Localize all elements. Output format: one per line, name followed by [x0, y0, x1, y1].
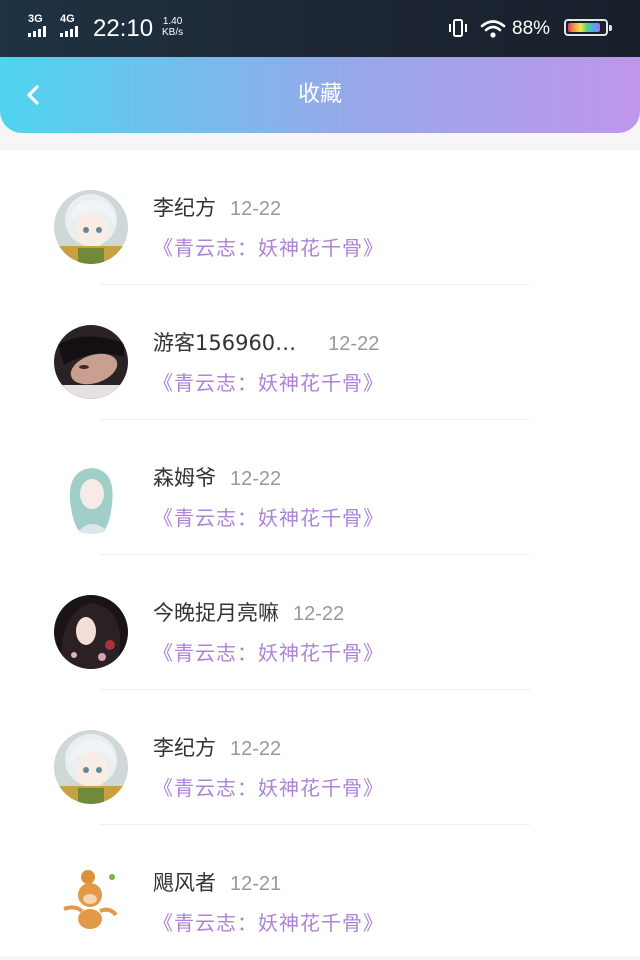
date: 12-22	[230, 468, 282, 490]
user-name: 李纪方	[153, 196, 216, 220]
user-name: 飓风者	[153, 871, 216, 895]
date: 12-22	[230, 198, 282, 220]
wifi-icon	[480, 20, 506, 38]
avatar[interactable]	[54, 595, 128, 669]
signal-4g-icon: 4G	[60, 14, 78, 37]
date: 12-22	[230, 738, 282, 760]
battery-percent: 88%	[512, 18, 551, 39]
book-title-link[interactable]: 《青云志：妖神花千骨》	[153, 637, 384, 666]
page-title: 收藏	[297, 82, 342, 107]
book-title-link[interactable]: 《青云志：妖神花千骨》	[153, 772, 384, 801]
list-item[interactable]: 飓风者 12-21 《青云志：妖神花千骨》	[0, 825, 640, 960]
battery-icon	[564, 19, 612, 36]
date: 12-22	[328, 333, 380, 355]
avatar[interactable]	[54, 325, 128, 399]
favorites-list: 李纪方 12-22 《青云志：妖神花千骨》 游客156960… 12-22 《青云志…	[0, 150, 640, 956]
user-name: 李纪方	[153, 736, 216, 760]
vibrate-icon	[449, 19, 467, 37]
network-type-2: 4G	[60, 13, 75, 25]
date: 12-22	[293, 603, 345, 625]
list-item[interactable]: 森姆爷 12-22 《青云志：妖神花千骨》	[0, 420, 640, 555]
avatar[interactable]	[54, 190, 128, 264]
list-item[interactable]: 游客156960… 12-22 《青云志：妖神花千骨》	[0, 285, 640, 420]
book-title-link[interactable]: 《青云志：妖神花千骨》	[153, 907, 384, 936]
user-name: 游客156960…	[153, 331, 297, 355]
list-item[interactable]: 李纪方 12-22 《青云志：妖神花千骨》	[0, 150, 640, 285]
signal-3g-icon: 3G	[28, 14, 46, 37]
speed-unit: KB/s	[162, 27, 184, 38]
network-speed: 1.40 KB/s	[162, 16, 183, 38]
book-title-link[interactable]: 《青云志：妖神花千骨》	[153, 232, 384, 261]
speed-value: 1.40	[162, 16, 183, 27]
avatar[interactable]	[54, 865, 128, 939]
battery-level-fill	[568, 23, 600, 32]
page-header: 收藏	[0, 57, 640, 133]
book-title-link[interactable]: 《青云志：妖神花千骨》	[153, 367, 384, 396]
clock: 22:10	[93, 15, 154, 42]
list-item[interactable]: 今晚捉月亮嘛 12-22 《青云志：妖神花千骨》	[0, 555, 640, 690]
book-title-link[interactable]: 《青云志：妖神花千骨》	[153, 502, 384, 531]
user-name: 今晚捉月亮嘛	[153, 601, 279, 625]
user-name: 森姆爷	[153, 466, 216, 490]
avatar[interactable]	[54, 730, 128, 804]
network-type-1: 3G	[28, 13, 43, 25]
list-item[interactable]: 李纪方 12-22 《青云志：妖神花千骨》	[0, 690, 640, 825]
avatar[interactable]	[54, 460, 128, 534]
status-bar: 3G 4G 22:10 1.40 KB/s 88%	[0, 0, 640, 58]
date: 12-21	[230, 873, 282, 895]
